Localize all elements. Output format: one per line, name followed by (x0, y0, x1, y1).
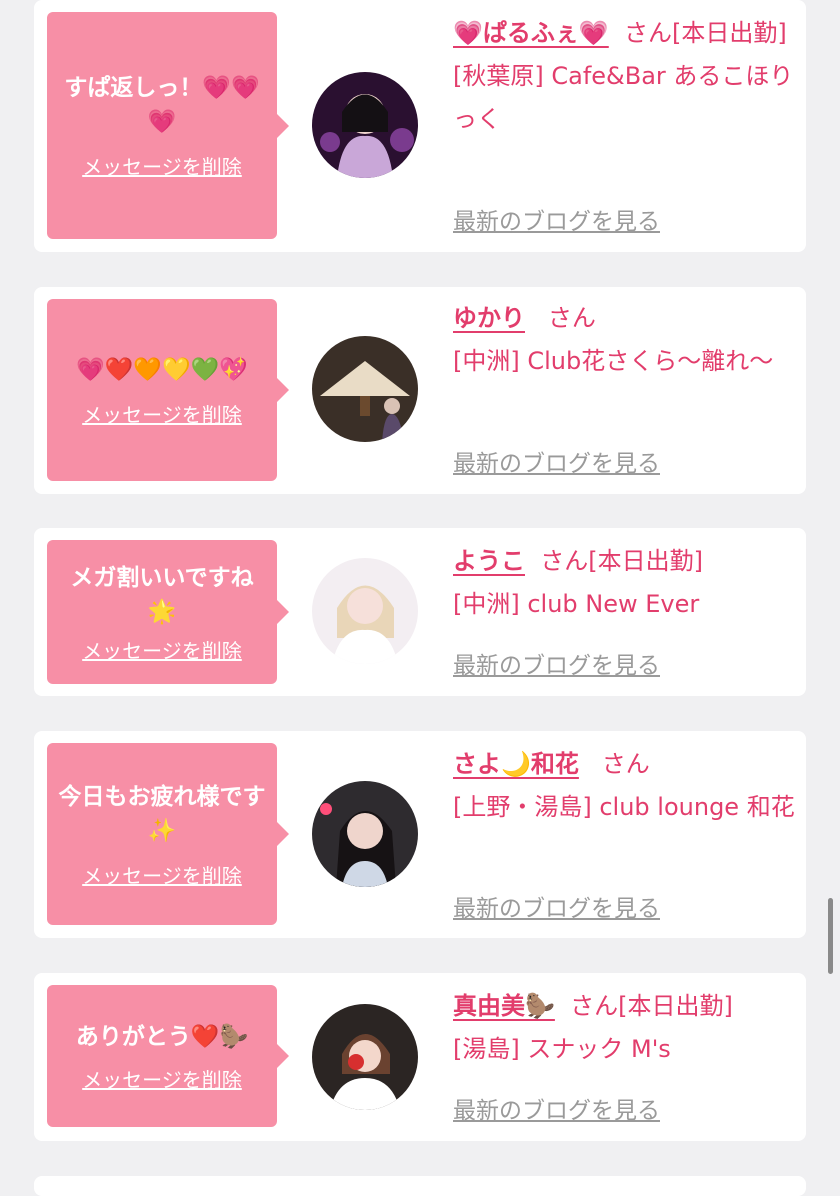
latest-blog-link[interactable]: 最新のブログを見る (453, 889, 660, 923)
cast-info: ゆかり さん [中洲] Club花さくら〜離れ〜 (453, 297, 795, 383)
cast-info: ようこ さん[本日出勤] [中洲] club New Ever (453, 540, 795, 626)
avatar[interactable] (312, 1004, 418, 1110)
cast-info: 💗ぱるふぇ💗 さん[本日出勤] [秋葉原] Cafe&Bar あるこほりっく (453, 12, 795, 141)
message-text: ありがとう❤️🦫 (75, 1023, 249, 1050)
message-bubble: ありがとう❤️🦫 メッセージを削除 (47, 985, 289, 1127)
message-bubble: メガ割いいですね🌟 メッセージを削除 (47, 540, 289, 684)
cast-name-link[interactable]: 真由美🦫 (453, 992, 555, 1020)
delete-message-link[interactable]: メッセージを削除 (82, 1064, 242, 1093)
message-text: すぱ返しっ！💗💗💗 (64, 75, 260, 135)
message-card: ありがとう❤️🦫 メッセージを削除 真由美🦫 さん[本日出勤] [湯島] スナッ… (34, 973, 806, 1141)
message-text: 今日もお疲れ様です✨ (58, 783, 266, 844)
shop-name: [湯島] スナック M's (453, 1035, 671, 1063)
san-label: さん (570, 992, 619, 1020)
latest-blog-link[interactable]: 最新のブログを見る (453, 1091, 660, 1125)
san-label: さん (547, 304, 596, 332)
delete-message-link[interactable]: メッセージを削除 (82, 151, 242, 180)
message-bubble: 今日もお疲れ様です✨ メッセージを削除 (47, 743, 289, 925)
status-tag: [本日出勤] (618, 992, 733, 1020)
avatar[interactable] (312, 336, 418, 442)
latest-blog-link[interactable]: 最新のブログを見る (453, 202, 660, 236)
san-label: さん (624, 19, 673, 47)
shop-name: [秋葉原] Cafe&Bar あるこほりっく (453, 62, 794, 133)
san-label: さん (601, 750, 650, 778)
latest-blog-link[interactable]: 最新のブログを見る (453, 444, 660, 478)
message-card: メガ割いいですね🌟 メッセージを削除 ようこ さん[本日出勤] [中洲] clu… (34, 528, 806, 696)
message-bubble: 💗❤️🧡💛💚💖 メッセージを削除 (47, 299, 289, 481)
cast-info: さよ🌙和花 さん [上野・湯島] club lounge 和花 (453, 743, 795, 829)
message-card (34, 1176, 806, 1196)
shop-name: [中洲] club New Ever (453, 590, 700, 618)
cast-name-link[interactable]: ようこ (453, 547, 525, 575)
message-card: すぱ返しっ！💗💗💗 メッセージを削除 💗ぱるふぇ💗 さん[本日出勤] [秋葉原]… (34, 0, 806, 252)
latest-blog-link[interactable]: 最新のブログを見る (453, 646, 660, 680)
delete-message-link[interactable]: メッセージを削除 (82, 860, 242, 889)
avatar[interactable] (312, 72, 418, 178)
shop-name: [上野・湯島] club lounge 和花 (453, 793, 795, 821)
cast-info: 真由美🦫 さん[本日出勤] [湯島] スナック M's (453, 985, 795, 1071)
message-bubble: すぱ返しっ！💗💗💗 メッセージを削除 (47, 12, 289, 239)
cast-name-link[interactable]: 💗ぱるふぇ💗 (453, 19, 609, 47)
cast-name-link[interactable]: さよ🌙和花 (453, 750, 579, 778)
message-text: メガ割いいですね🌟 (70, 564, 254, 625)
status-tag: [本日出勤] (588, 547, 703, 575)
status-tag: [本日出勤] (672, 19, 787, 47)
scrollbar[interactable] (828, 898, 833, 974)
delete-message-link[interactable]: メッセージを削除 (82, 399, 242, 428)
san-label: さん (540, 547, 589, 575)
message-card: 💗❤️🧡💛💚💖 メッセージを削除 ゆかり さん [中洲] Club花さくら〜離れ… (34, 287, 806, 494)
message-text: 💗❤️🧡💛💚💖 (76, 356, 248, 383)
message-card: 今日もお疲れ様です✨ メッセージを削除 さよ🌙和花 さん [上野・湯島] clu… (34, 731, 806, 938)
shop-name: [中洲] Club花さくら〜離れ〜 (453, 347, 774, 375)
avatar[interactable] (312, 558, 418, 664)
avatar[interactable] (312, 781, 418, 887)
delete-message-link[interactable]: メッセージを削除 (82, 635, 242, 664)
cast-name-link[interactable]: ゆかり (453, 304, 525, 332)
